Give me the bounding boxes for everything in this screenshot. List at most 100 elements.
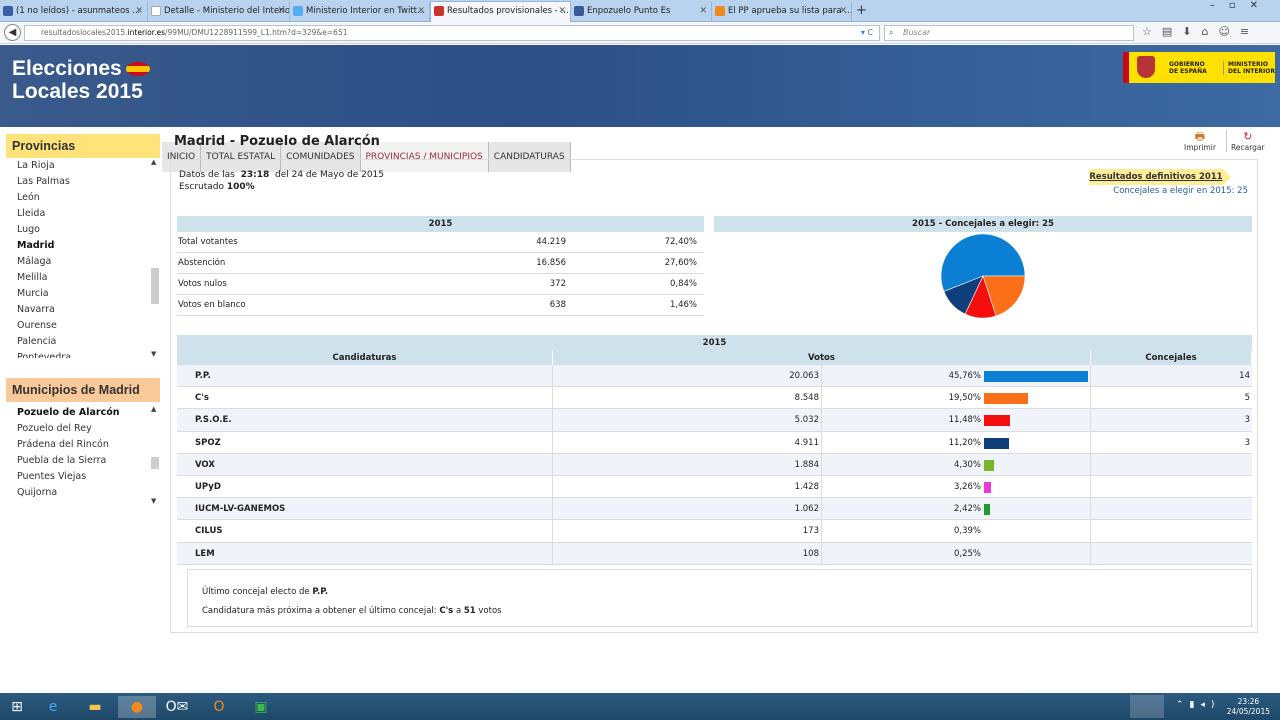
province-item[interactable]: Madrid: [6, 238, 160, 254]
candidature-pct: 3,26%: [953, 481, 981, 492]
outlook-icon[interactable]: O✉: [162, 696, 192, 718]
url-dropdown-icon[interactable]: ▾ C: [861, 26, 873, 40]
browser-nav-bar: ◀ resultadoslocales2015.interior.es/99MU…: [0, 22, 1280, 44]
municipality-item[interactable]: Pozuelo del Rey: [6, 421, 160, 437]
last-seat-note: Último concejal electo de P.P. Candidatu…: [187, 569, 1252, 627]
municipality-item[interactable]: Prádena del Rincón: [6, 437, 160, 453]
gov-line2: DE ESPAÑA: [1169, 68, 1207, 75]
scroll-up-icon[interactable]: ▲: [151, 158, 156, 166]
province-item[interactable]: Málaga: [6, 254, 160, 270]
browser-toolbar-icons[interactable]: ☆▤⬇⌂☺≡: [1142, 25, 1259, 38]
municipality-item[interactable]: Puebla de la Sierra: [6, 453, 160, 469]
province-item[interactable]: Lleida: [6, 206, 160, 222]
scroll-thumb[interactable]: [151, 457, 159, 469]
browser-tab[interactable]: (1 no leídos) - asunmateos ... ✕: [0, 2, 148, 22]
province-item[interactable]: Melilla: [6, 270, 160, 286]
close-tab-icon[interactable]: ✕: [699, 2, 707, 20]
start-button[interactable]: ⊞: [2, 696, 32, 718]
scroll-down-icon[interactable]: ▼: [151, 350, 156, 358]
vote-bar: [984, 481, 992, 493]
browser-tab[interactable]: Enpozuelo Punto Es ✕: [571, 2, 712, 22]
candidature-pct: 11,20%: [948, 437, 981, 448]
ie-icon[interactable]: e: [38, 696, 68, 718]
summary-row: Votos en blanco 638 1,46%: [177, 295, 704, 316]
province-item[interactable]: Pontevedra: [6, 350, 160, 358]
summary-table: 2015 Total votantes 44.219 72,40% Abstenció…: [177, 216, 704, 316]
municipality-item[interactable]: Quijorna: [6, 485, 160, 501]
candidature-seats: 5: [1244, 393, 1250, 404]
coat-of-arms-icon: [1137, 56, 1155, 78]
municipality-item[interactable]: Puentes Viejas: [6, 469, 160, 485]
province-item[interactable]: La Rioja: [6, 158, 160, 174]
vote-bar: [984, 393, 1029, 405]
candidature-row: VOX 1.884 4,30%: [177, 453, 1252, 476]
system-tray-icons[interactable]: ⌃▮◂): [1176, 700, 1221, 710]
clock-date: 24/05/2015: [1226, 707, 1270, 716]
province-item[interactable]: Palencia: [6, 334, 160, 350]
address-bar[interactable]: resultadoslocales2015.interior.es/99MU/D…: [24, 25, 880, 41]
col-votos: Votos: [553, 351, 1091, 365]
sidebar: Provincias La Rioja Las Palmas León Lleida L…: [6, 134, 160, 505]
close-tab-icon[interactable]: ✕: [417, 2, 425, 20]
candidature-seats: 14: [1239, 371, 1250, 381]
tab-label: El PP aprueba su lista para ...: [728, 6, 852, 16]
summary-label: Abstención: [178, 258, 226, 268]
outlook-alt-icon[interactable]: O: [204, 696, 234, 718]
summary-row: Total votantes 44.219 72,40%: [177, 232, 704, 253]
close-tab-icon[interactable]: ✕: [558, 2, 566, 20]
vote-bar-cell: [984, 542, 1091, 564]
candidature-seats: [1091, 454, 1252, 475]
next-suffix: votos: [478, 606, 502, 616]
site-header: Elecciones Locales 2015 GOBIERNO DE ESPAÑ…: [0, 45, 1280, 172]
scroll-down-icon[interactable]: ▼: [151, 497, 156, 505]
browser-tab[interactable]: Resultados provisionales - ... ✕: [430, 1, 571, 23]
provinces-list: La Rioja Las Palmas León Lleida Lugo Madrid Má…: [6, 158, 160, 358]
candidature-votes: 1.062: [553, 498, 822, 520]
close-tab-icon[interactable]: ✕: [135, 2, 143, 20]
municipalities-scrollbar[interactable]: ▲ ▼: [150, 405, 160, 505]
province-item[interactable]: Lugo: [6, 222, 160, 238]
logo-line2: Locales 2015: [12, 80, 143, 103]
scroll-thumb[interactable]: [151, 268, 159, 304]
back-button[interactable]: ◀: [4, 24, 21, 41]
page-title: Madrid - Pozuelo de Alarcón: [174, 134, 380, 149]
reload-button[interactable]: ↻ Recargar: [1226, 130, 1265, 152]
candidature-pct: 0,25%: [953, 548, 981, 559]
municipality-item[interactable]: Pozuelo de Alarcón: [6, 405, 160, 421]
clock[interactable]: 23:26 24/05/2015: [1227, 697, 1270, 717]
scroll-up-icon[interactable]: ▲: [151, 405, 156, 413]
browser-tab[interactable]: Ministerio Interior en Twitt... ✕: [290, 2, 430, 22]
province-item[interactable]: León: [6, 190, 160, 206]
data-date: del 24 de Mayo de 2015: [274, 170, 385, 180]
candidature-row: P.P. 20.063 45,76% 14: [177, 365, 1252, 388]
summary-row: Votos nulos 372 0,84%: [177, 274, 704, 295]
tray-app-icon[interactable]: [1130, 695, 1164, 718]
close-tab-icon[interactable]: ✕: [277, 2, 285, 20]
window-controls[interactable]: –▫✕: [1210, 0, 1272, 11]
reload-label: Recargar: [1231, 143, 1265, 152]
ministry-line1: MINISTERIO: [1228, 61, 1268, 68]
print-button[interactable]: 🖶 Imprimir: [1184, 130, 1216, 152]
next-votes: 51: [463, 606, 476, 616]
site-logo[interactable]: Elecciones Locales 2015: [12, 57, 150, 103]
search-input[interactable]: ⌕ Buscar: [884, 25, 1134, 41]
provinces-scrollbar[interactable]: ▲ ▼: [150, 158, 160, 358]
province-item[interactable]: Ourense: [6, 318, 160, 334]
candidature-pct: 2,42%: [953, 504, 981, 515]
candidature-pct: 45,76%: [948, 371, 981, 381]
candidature-seats: [1091, 476, 1252, 497]
province-item[interactable]: Navarra: [6, 302, 160, 318]
data-timestamp: Datos de las 23:18 del 24 de Mayo de 201…: [179, 169, 384, 193]
province-item[interactable]: Murcia: [6, 286, 160, 302]
firefox-icon[interactable]: ●: [118, 696, 156, 718]
browser-tab[interactable]: Detalle - Ministerio del Interior ✕: [148, 2, 290, 22]
excel-icon[interactable]: ▣: [246, 696, 276, 718]
results-2011-link[interactable]: Resultados definitivos 2011: [1089, 169, 1231, 185]
close-tab-icon[interactable]: ✕: [839, 2, 847, 20]
new-tab-button[interactable]: +: [856, 2, 867, 20]
explorer-icon[interactable]: ▬: [80, 696, 110, 718]
tab-label: Resultados provisionales - ...: [447, 6, 569, 16]
browser-tab[interactable]: El PP aprueba su lista para ... ✕: [712, 2, 852, 22]
province-item[interactable]: Las Palmas: [6, 174, 160, 190]
summary-pct: 72,40%: [664, 237, 697, 247]
